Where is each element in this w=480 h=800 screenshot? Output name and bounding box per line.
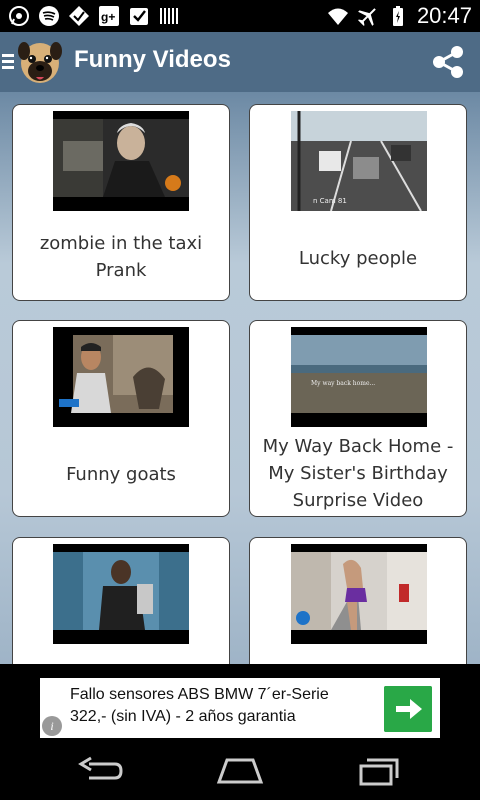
thumbnail-caption: My way back home... <box>311 380 375 387</box>
clock: 20:47 <box>416 3 472 28</box>
video-card[interactable]: My way back home... My Way Back Home - M… <box>249 320 467 517</box>
video-thumbnail[interactable] <box>53 544 189 644</box>
ad-line-2[interactable]: 322,- (sin IVA) - 2 años garantia <box>70 706 329 728</box>
google-plus-icon: g+ <box>99 6 119 26</box>
video-card[interactable]: zombie in the taxi Prank <box>12 104 230 301</box>
video-card[interactable]: Funny goats <box>12 320 230 517</box>
ad-text[interactable]: Fallo sensores ABS BMW 7´er-Serie 322,- … <box>70 684 329 728</box>
ad-banner[interactable]: Fallo sensores ABS BMW 7´er-Serie 322,- … <box>40 678 440 738</box>
arrow-right-icon[interactable] <box>384 686 432 732</box>
checkbox-icon <box>130 8 148 25</box>
video-card[interactable] <box>12 537 230 664</box>
app-bar: Funny Videos <box>0 32 480 92</box>
battery-icon <box>392 6 403 26</box>
video-thumbnail[interactable]: n Cam 81 <box>291 111 427 211</box>
share-icon[interactable] <box>430 44 466 80</box>
video-grid[interactable]: zombie in the taxi Prank n Cam 81 Lucky … <box>0 92 480 664</box>
video-card[interactable] <box>249 537 467 664</box>
home-icon[interactable] <box>215 754 265 788</box>
svg-text:n Cam 81: n Cam 81 <box>313 197 347 205</box>
navigation-bar <box>0 742 480 800</box>
hamburger-icon[interactable] <box>2 54 14 70</box>
status-bar: g+ 20:47 <box>0 0 480 32</box>
svg-text:g+: g+ <box>101 10 115 24</box>
video-title[interactable]: zombie in the taxi Prank <box>17 230 225 284</box>
recents-icon[interactable] <box>355 754 405 788</box>
video-thumbnail[interactable] <box>53 327 189 427</box>
back-icon[interactable] <box>75 754 125 788</box>
ad-area: Fallo sensores ABS BMW 7´er-Serie 322,- … <box>0 664 480 742</box>
system-icons: 20:47 <box>327 3 472 29</box>
tick-icon <box>69 6 89 26</box>
notification-icons: g+ <box>8 5 180 27</box>
video-card[interactable]: n Cam 81 Lucky people <box>249 104 467 301</box>
wifi-icon <box>327 8 348 25</box>
video-title[interactable]: Lucky people <box>254 245 462 272</box>
whatsapp-icon <box>9 6 29 26</box>
pug-logo-icon[interactable] <box>16 37 64 87</box>
video-title[interactable]: My Way Back Home - My Sister's Birthday … <box>254 433 462 514</box>
airplane-icon <box>358 8 376 26</box>
video-thumbnail[interactable]: My way back home... <box>291 327 427 427</box>
ad-line-1[interactable]: Fallo sensores ABS BMW 7´er-Serie <box>70 684 329 706</box>
video-title[interactable]: Funny goats <box>17 461 225 488</box>
app-title: Funny Videos <box>74 46 231 73</box>
ad-info-icon[interactable]: i <box>42 716 62 736</box>
video-thumbnail[interactable] <box>53 111 189 211</box>
barcode-icon <box>160 8 178 24</box>
video-thumbnail[interactable] <box>291 544 427 644</box>
spotify-icon <box>39 6 59 26</box>
